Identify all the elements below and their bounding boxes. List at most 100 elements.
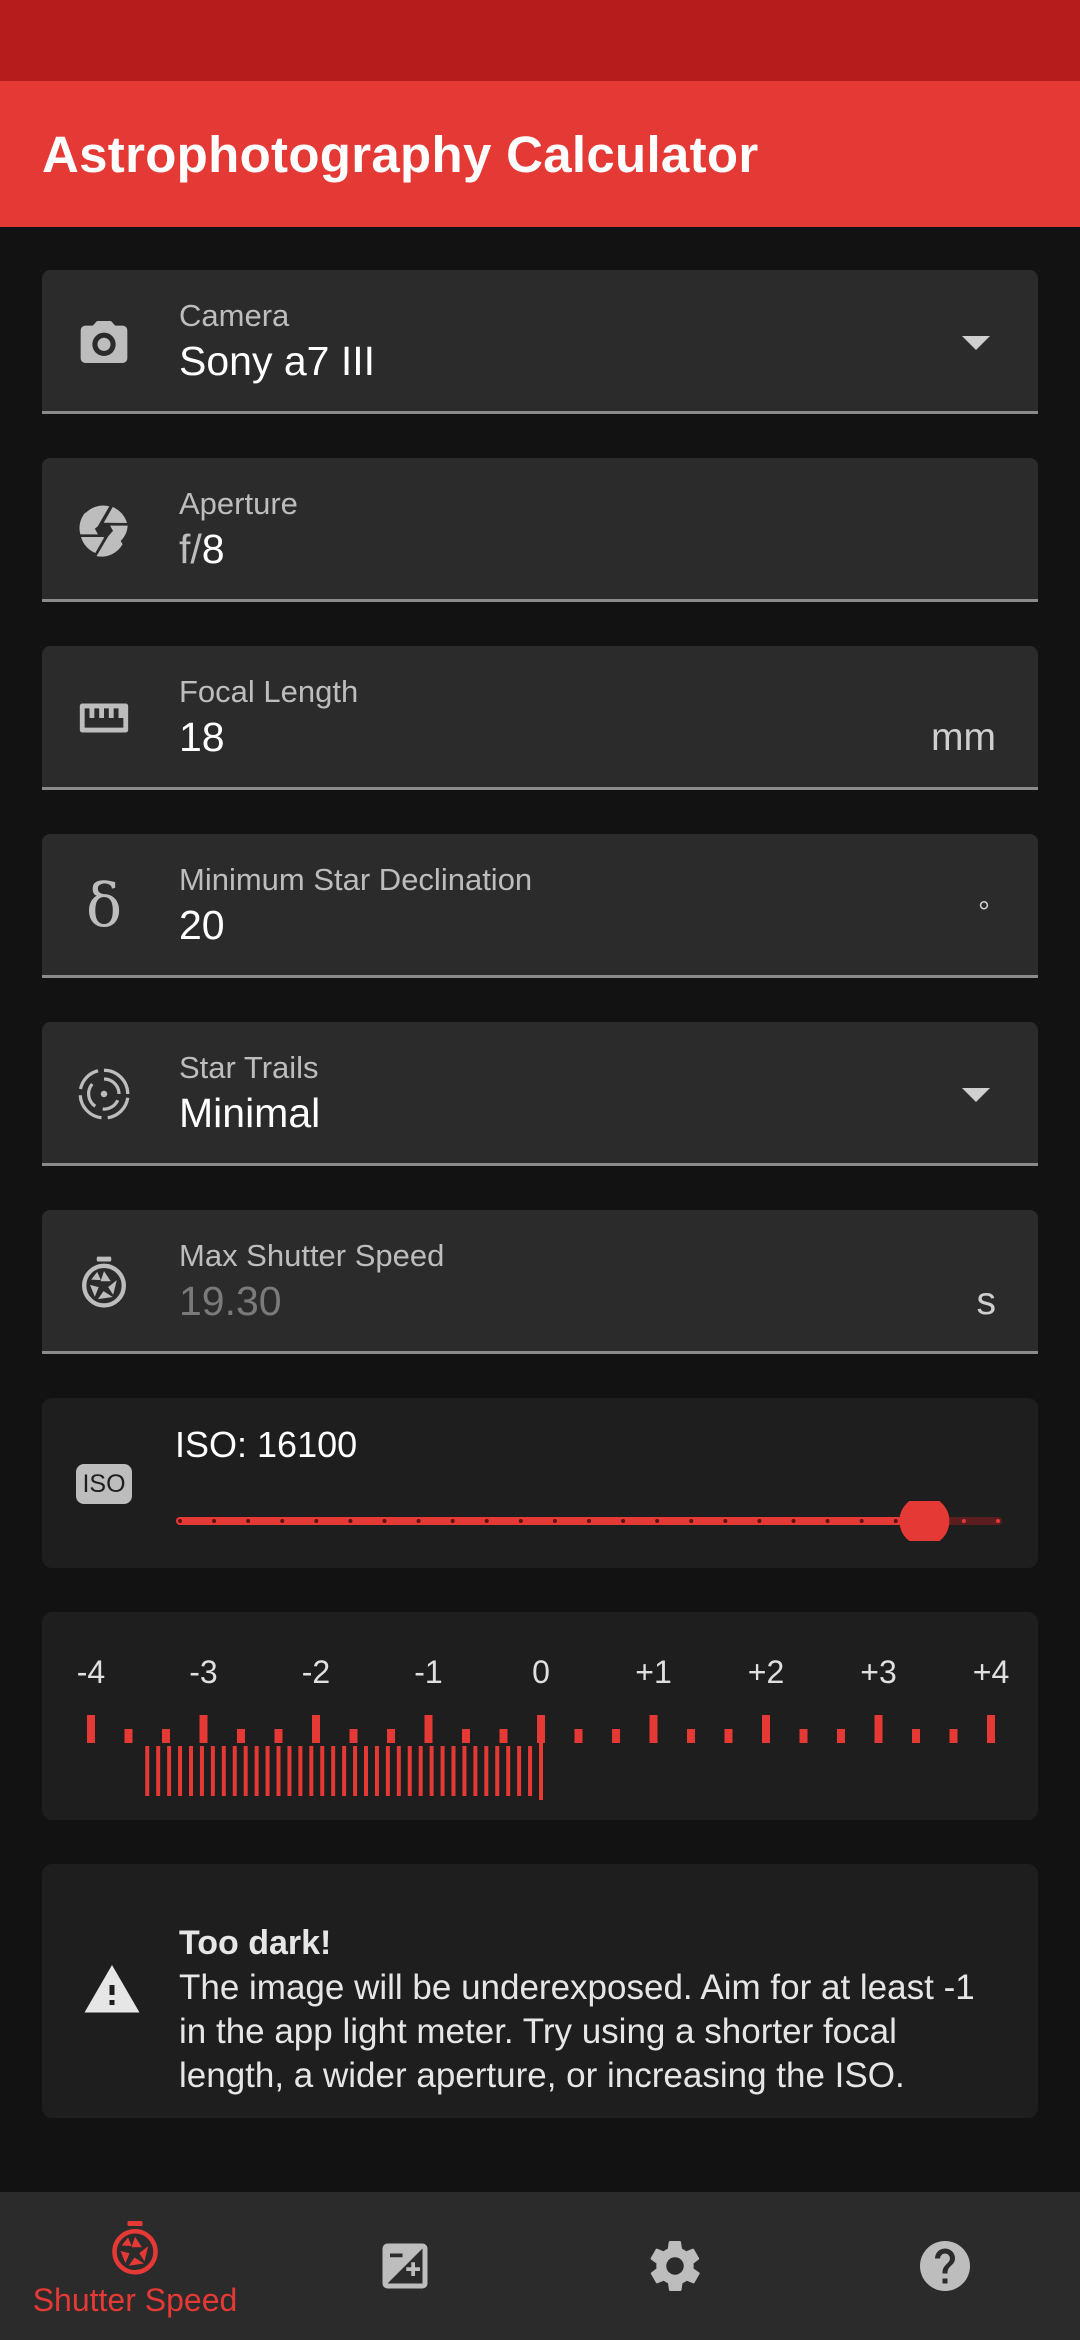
slider-tick-dot bbox=[723, 1519, 728, 1523]
max-shutter-value: 19.30 bbox=[179, 1278, 282, 1324]
max-shutter-field: Max Shutter Speed 19.30 s bbox=[42, 1210, 1038, 1354]
status-bar bbox=[0, 0, 1080, 81]
nav-shutter-speed[interactable]: Shutter Speed bbox=[0, 2192, 270, 2340]
meter-minor-tick bbox=[912, 1729, 920, 1743]
meter-reading-bar bbox=[189, 1746, 193, 1796]
meter-reading-bar bbox=[517, 1746, 522, 1796]
slider-tick-dot bbox=[280, 1519, 285, 1523]
meter-reading-bar bbox=[210, 1746, 215, 1796]
aperture-prefix: f/ bbox=[179, 526, 202, 572]
slider-tick-dot bbox=[825, 1519, 830, 1523]
slider-tick-dot bbox=[859, 1519, 864, 1523]
slider-tick-dot bbox=[484, 1519, 489, 1523]
meter-major-tick bbox=[762, 1715, 770, 1743]
iso-label: ISO: 16100 bbox=[175, 1424, 358, 1465]
focal-length-value: 18 bbox=[179, 714, 225, 760]
nav-help[interactable] bbox=[810, 2192, 1080, 2340]
meter-major-tick bbox=[199, 1715, 208, 1743]
app-bar: Astrophotography Calculator bbox=[0, 81, 1080, 227]
meter-reading-bar bbox=[320, 1746, 325, 1796]
meter-major-tick bbox=[874, 1715, 883, 1743]
aperture-field[interactable]: Aperture f/8 bbox=[42, 458, 1038, 602]
slider-tick-dot bbox=[450, 1519, 455, 1523]
camera-select[interactable]: Camera Sony a7 III bbox=[42, 270, 1038, 414]
meter-minor-tick bbox=[949, 1729, 958, 1743]
meter-reading-marker bbox=[539, 1742, 543, 1800]
meter-major-tick bbox=[424, 1715, 433, 1743]
declination-field[interactable]: δ Minimum Star Declination 20 ° bbox=[42, 834, 1038, 978]
warning-title: Too dark! bbox=[179, 1924, 332, 1962]
meter-reading-bar bbox=[243, 1746, 248, 1796]
meter-reading-bar bbox=[342, 1746, 347, 1796]
meter-minor-tick bbox=[124, 1729, 133, 1743]
meter-minor-tick bbox=[687, 1729, 695, 1743]
meter-reading-bar bbox=[265, 1746, 270, 1796]
meter-reading-bar bbox=[374, 1746, 379, 1796]
star-trails-select[interactable]: Star Trails Minimal bbox=[42, 1022, 1038, 1166]
meter-reading-bar bbox=[276, 1746, 281, 1796]
nav-exposure[interactable] bbox=[270, 2192, 540, 2340]
declination-value: 20 bbox=[179, 902, 225, 948]
chevron-down-icon bbox=[962, 1088, 990, 1102]
page-title: Astrophotography Calculator bbox=[42, 126, 759, 183]
slider-tick-dot bbox=[893, 1519, 898, 1523]
meter-minor-tick bbox=[837, 1729, 845, 1743]
slider-tick-dot bbox=[757, 1519, 762, 1523]
slider-tick-dot bbox=[416, 1519, 421, 1523]
meter-reading-bar bbox=[232, 1746, 237, 1796]
camera-value: Sony a7 III bbox=[179, 338, 376, 384]
slider-tick-dot bbox=[348, 1519, 353, 1523]
meter-reading-bar bbox=[167, 1746, 172, 1796]
slider-tick-dot bbox=[961, 1519, 966, 1523]
slider-tick-dot bbox=[518, 1519, 523, 1523]
focal-length-unit: mm bbox=[931, 716, 996, 759]
aperture-label: Aperture bbox=[179, 486, 298, 521]
meter-reading-bar bbox=[495, 1746, 500, 1796]
meter-reading-bar bbox=[221, 1746, 226, 1796]
focal-length-field[interactable]: Focal Length 18 mm bbox=[42, 646, 1038, 790]
exposure-icon bbox=[382, 2243, 428, 2289]
slider-thumb[interactable] bbox=[899, 1501, 950, 1541]
slider-tick-dot bbox=[621, 1519, 626, 1523]
meter-reading-bar bbox=[254, 1746, 259, 1796]
warning-body: The image will be underexposed. Aim for … bbox=[179, 1968, 975, 2095]
slider-tick-dot bbox=[178, 1519, 182, 1523]
warning-icon bbox=[82, 1960, 142, 2025]
meter-reading-bar bbox=[528, 1746, 533, 1796]
warning-card: Too dark! The image will be underexposed… bbox=[42, 1864, 1038, 2118]
star-trails-value: Minimal bbox=[179, 1090, 321, 1136]
meter-reading-bar bbox=[309, 1746, 314, 1796]
meter-reading-bar bbox=[331, 1746, 336, 1796]
help-icon bbox=[920, 2241, 970, 2291]
bottom-navigation: Shutter Speed bbox=[0, 2192, 1080, 2340]
iso-slider[interactable] bbox=[176, 1501, 1002, 1541]
meter-reading-bar bbox=[506, 1746, 511, 1796]
light-meter bbox=[87, 1715, 995, 1800]
meter-minor-tick bbox=[462, 1729, 470, 1743]
slider-tick-dot bbox=[552, 1519, 557, 1523]
meter-reading-bar bbox=[418, 1746, 423, 1796]
slider-tick-dot bbox=[212, 1519, 217, 1523]
meter-minor-tick bbox=[349, 1729, 358, 1743]
slider-tick-dot bbox=[996, 1519, 1000, 1523]
gear-icon bbox=[650, 2240, 700, 2292]
meter-reading-bar bbox=[353, 1746, 358, 1796]
meter-major-tick bbox=[87, 1715, 95, 1743]
nav-shutter-speed-label: Shutter Speed bbox=[32, 2282, 238, 2318]
light-meter-card: -4 -3 -2 -1 0 +1 +2 +3 +4 bbox=[42, 1612, 1038, 1820]
slider-track-active bbox=[176, 1517, 925, 1525]
ruler-icon bbox=[72, 686, 136, 750]
meter-minor-tick bbox=[162, 1729, 170, 1743]
delta-icon: δ bbox=[85, 871, 123, 941]
meter-minor-tick bbox=[799, 1729, 808, 1743]
slider-tick-dot bbox=[689, 1519, 694, 1523]
aperture-value: f/8 bbox=[179, 526, 225, 573]
stopwatch-aperture-icon bbox=[72, 1250, 136, 1314]
meter-reading-bar bbox=[484, 1746, 489, 1796]
declination-label: Minimum Star Declination bbox=[179, 862, 533, 897]
meter-minor-tick bbox=[237, 1729, 245, 1743]
meter-major-tick bbox=[537, 1715, 545, 1743]
camera-label: Camera bbox=[179, 298, 290, 333]
meter-reading-bar bbox=[364, 1746, 368, 1796]
nav-settings[interactable] bbox=[540, 2192, 810, 2340]
